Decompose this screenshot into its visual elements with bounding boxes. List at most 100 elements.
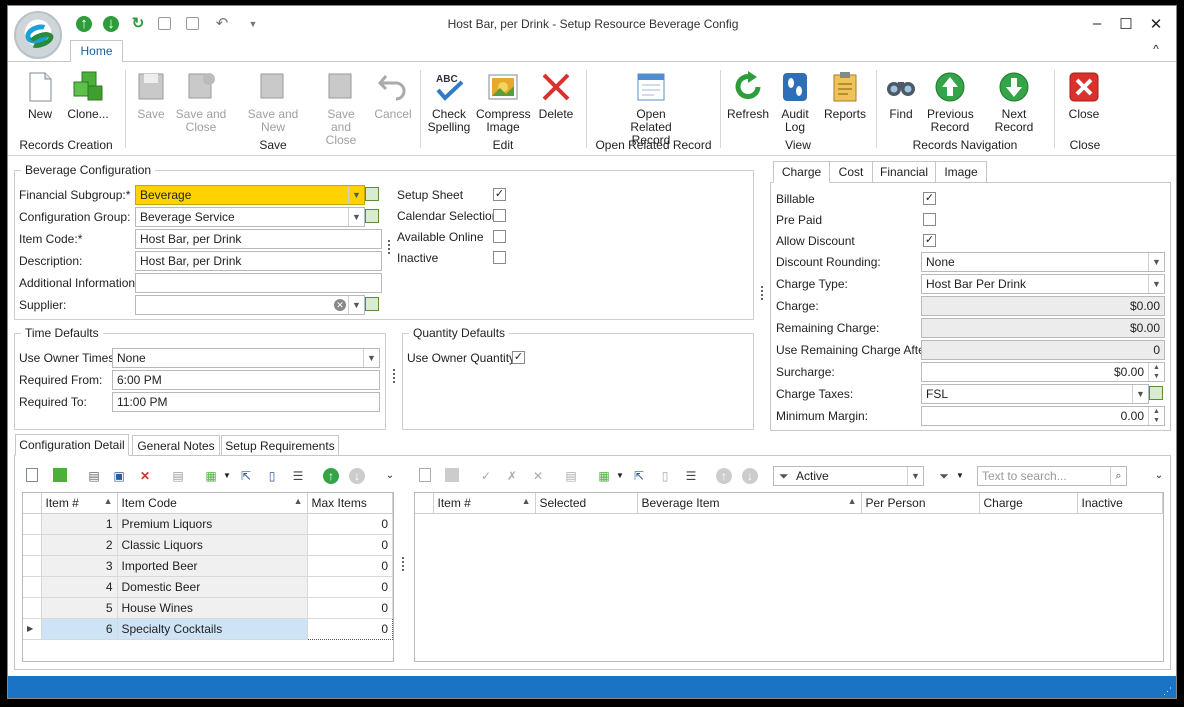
column-beverage-item[interactable]: Beverage Item ▲: [637, 493, 862, 514]
required-from-input[interactable]: 6:00 PM: [112, 370, 380, 390]
chevron-down-icon[interactable]: ▼: [219, 468, 235, 484]
lookup-icon[interactable]: [365, 297, 379, 311]
grid-clone-icon[interactable]: [53, 468, 67, 482]
column-item-code[interactable]: Item Code ▲: [117, 493, 308, 514]
save-and-close-2-button[interactable]: Save and Close: [316, 66, 366, 147]
save-and-close-button[interactable]: Save and Close: [174, 66, 228, 134]
column-per-person[interactable]: Per Person: [861, 493, 980, 514]
grid2-columns-icon[interactable]: ▦: [596, 468, 612, 484]
grid-search-input[interactable]: Text to search... ⌕: [977, 466, 1127, 486]
grid-more-icon[interactable]: ⌄: [382, 468, 398, 484]
configuration-group-select[interactable]: Beverage Service ▼: [135, 207, 365, 227]
splitter-handle[interactable]: [393, 369, 395, 383]
refresh-button[interactable]: Refresh: [726, 66, 770, 121]
save-and-new-button[interactable]: Save and New: [236, 66, 310, 134]
setup-sheet-checkbox[interactable]: ✓: [493, 188, 506, 201]
reports-button[interactable]: Reports: [820, 66, 870, 121]
close-window-button[interactable]: ✕: [1144, 15, 1168, 33]
active-filter-select[interactable]: ⏷ Active ▼: [773, 466, 924, 486]
splitter-handle[interactable]: [402, 557, 404, 571]
grid-move-down-icon[interactable]: ↓: [349, 468, 365, 484]
grid2-more-icon[interactable]: ⌄: [1151, 468, 1167, 484]
supplier-select[interactable]: ✕ ▼: [135, 295, 365, 315]
new-button[interactable]: New: [22, 66, 58, 121]
tab-cost[interactable]: Cost: [829, 161, 873, 183]
column-item-number[interactable]: Item # ▲: [433, 493, 536, 514]
check-spelling-button[interactable]: ABC Check Spelling: [426, 66, 472, 134]
grid2-move-down-icon[interactable]: ↓: [742, 468, 758, 484]
additional-information-input[interactable]: [135, 273, 382, 293]
tab-configuration-detail[interactable]: Configuration Detail: [15, 434, 129, 456]
save-button[interactable]: Save: [134, 66, 168, 121]
minimum-margin-input[interactable]: 0.00 ▲ ▼: [921, 406, 1165, 426]
grid-view-icon[interactable]: ☰: [290, 468, 306, 484]
inactive-checkbox[interactable]: [493, 251, 506, 264]
table-row[interactable]: 5 House Wines 0: [23, 597, 393, 619]
grid2-copy-icon[interactable]: ▤: [563, 468, 579, 484]
item-code-input[interactable]: Host Bar, per Drink: [135, 229, 382, 249]
lookup-icon[interactable]: [365, 187, 379, 201]
available-online-checkbox[interactable]: [493, 230, 506, 243]
filter-options-icon[interactable]: ⏷: [936, 468, 952, 484]
grid2-export-icon[interactable]: ⇱: [631, 468, 647, 484]
grid2-clone-icon[interactable]: [445, 468, 459, 482]
grid2-layout-icon[interactable]: ▯: [657, 468, 673, 484]
grid-new-icon[interactable]: [26, 468, 38, 482]
maximize-button[interactable]: ☐: [1114, 15, 1138, 33]
find-button[interactable]: Find: [884, 66, 918, 121]
table-row[interactable]: 3 Imported Beer 0: [23, 555, 393, 577]
surcharge-input[interactable]: $0.00 ▲ ▼: [921, 362, 1165, 382]
grid2-move-up-icon[interactable]: ↑: [716, 468, 732, 484]
splitter-handle[interactable]: [761, 286, 763, 300]
next-record-button[interactable]: Next Record: [982, 66, 1046, 134]
minimize-button[interactable]: –: [1085, 15, 1109, 33]
grid-edit-icon[interactable]: ▣: [111, 468, 127, 484]
column-inactive[interactable]: Inactive: [1077, 493, 1163, 514]
grid2-check-icon[interactable]: ✓: [478, 468, 494, 484]
use-owner-quantity-checkbox[interactable]: ✓: [512, 351, 525, 364]
chevron-down-icon[interactable]: ▼: [952, 468, 968, 484]
grid-columns-icon[interactable]: ▦: [203, 468, 219, 484]
table-row[interactable]: 1 Premium Liquors 0: [23, 513, 393, 535]
grid2-delete-icon[interactable]: ✕: [530, 468, 546, 484]
discount-rounding-select[interactable]: None ▼: [921, 252, 1165, 272]
splitter-handle[interactable]: [388, 240, 390, 254]
required-to-input[interactable]: 11:00 PM: [112, 392, 380, 412]
column-max-items[interactable]: Max Items: [307, 493, 393, 514]
chevron-down-icon[interactable]: ▼: [612, 468, 628, 484]
delete-button[interactable]: Delete: [536, 66, 576, 121]
tab-charge[interactable]: Charge: [773, 161, 830, 183]
charge-taxes-select[interactable]: FSL ▼: [921, 384, 1149, 404]
lookup-icon[interactable]: [1149, 386, 1163, 400]
tab-general-notes[interactable]: General Notes: [132, 435, 220, 456]
cancel-button[interactable]: Cancel: [374, 66, 412, 121]
description-input[interactable]: Host Bar, per Drink: [135, 251, 382, 271]
pre-paid-checkbox[interactable]: [923, 213, 936, 226]
tab-financial[interactable]: Financial: [872, 161, 936, 183]
compress-image-button[interactable]: Compress Image: [476, 66, 531, 134]
allow-discount-checkbox[interactable]: ✓: [923, 234, 936, 247]
grid-move-up-icon[interactable]: ↑: [323, 468, 339, 484]
table-row[interactable]: 4 Domestic Beer 0: [23, 576, 393, 598]
table-row[interactable]: 2 Classic Liquors 0: [23, 534, 393, 556]
financial-subgroup-select[interactable]: Beverage ▼: [135, 185, 365, 205]
column-charge[interactable]: Charge: [979, 493, 1078, 514]
clone-button[interactable]: Clone...: [64, 66, 112, 121]
column-selected[interactable]: Selected: [535, 493, 638, 514]
grid-export-icon[interactable]: ⇱: [238, 468, 254, 484]
calendar-selection-checkbox[interactable]: [493, 209, 506, 222]
tab-image[interactable]: Image: [935, 161, 987, 183]
grid2-new-icon[interactable]: [419, 468, 431, 482]
use-owner-times-select[interactable]: None ▼: [112, 348, 380, 368]
grid-layout-icon[interactable]: ▯: [264, 468, 280, 484]
column-item-number[interactable]: Item # ▲: [41, 493, 118, 514]
grid-open-icon[interactable]: ▤: [86, 468, 102, 484]
resize-grip-icon[interactable]: ⋰: [1163, 686, 1172, 697]
close-record-button[interactable]: Close: [1064, 66, 1104, 121]
open-related-record-button[interactable]: Open Related Record: [608, 66, 694, 147]
tab-setup-requirements[interactable]: Setup Requirements: [221, 435, 339, 456]
billable-checkbox[interactable]: ✓: [923, 192, 936, 205]
lookup-icon[interactable]: [365, 209, 379, 223]
grid2-view-icon[interactable]: ☰: [683, 468, 699, 484]
previous-record-button[interactable]: Previous Record: [924, 66, 976, 134]
